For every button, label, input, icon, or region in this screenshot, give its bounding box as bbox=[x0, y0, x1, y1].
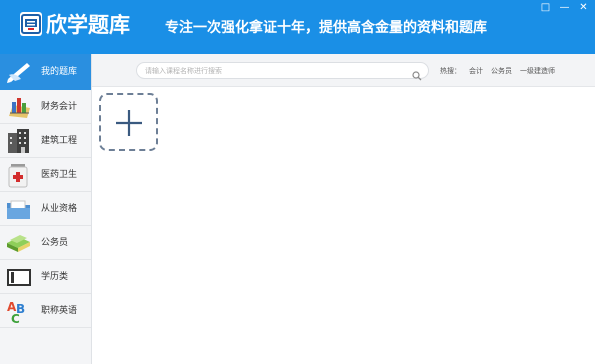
hot-keyword-link[interactable]: 公务员 bbox=[491, 66, 512, 76]
app-logo-icon bbox=[20, 12, 42, 36]
hot-keyword-link[interactable]: 会计 bbox=[469, 66, 483, 76]
hot-keyword-link[interactable]: 一级建造师 bbox=[520, 66, 555, 76]
sidebar-item-education[interactable]: 学历类 bbox=[0, 260, 91, 294]
add-library-button[interactable] bbox=[99, 93, 158, 151]
window-controls: □ — ✕ bbox=[538, 2, 591, 14]
finance-chart-icon bbox=[5, 93, 33, 121]
sidebar-item-label: 公务员 bbox=[41, 238, 69, 248]
hot-search: 热搜： 会计 公务员 一级建造师 bbox=[440, 66, 555, 76]
restore-window-button[interactable]: □ bbox=[538, 2, 553, 14]
sidebar-item-professional-english[interactable]: A B C 职称英语 bbox=[0, 294, 91, 328]
sidebar-item-finance[interactable]: 财务会计 bbox=[0, 90, 91, 124]
category-sidebar: 我的题库 财务会计 建筑工程 医药卫生 从业资格 公务员 学历类 A B C 职… bbox=[0, 54, 92, 364]
sidebar-item-label: 我的题库 bbox=[41, 67, 78, 77]
sidebar-item-medical[interactable]: 医药卫生 bbox=[0, 158, 91, 192]
library-content bbox=[93, 88, 595, 364]
sidebar-item-qualification[interactable]: 从业资格 bbox=[0, 192, 91, 226]
sidebar-item-civil-servant[interactable]: 公务员 bbox=[0, 226, 91, 260]
book-icon bbox=[5, 263, 33, 291]
medical-kit-icon bbox=[5, 161, 33, 189]
sidebar-item-label: 从业资格 bbox=[41, 204, 78, 214]
books-icon bbox=[5, 229, 33, 257]
plus-icon bbox=[116, 110, 142, 136]
search-box bbox=[136, 62, 429, 81]
search-toolbar: 热搜： 会计 公务员 一级建造师 bbox=[92, 54, 595, 87]
app-title: 欣学题库 bbox=[46, 13, 130, 37]
search-icon[interactable] bbox=[412, 66, 422, 81]
hot-search-label: 热搜： bbox=[440, 67, 461, 75]
app-slogan: 专注一次强化拿证十年，提供高含金量的资料和题库 bbox=[165, 20, 487, 36]
sidebar-item-label: 建筑工程 bbox=[41, 136, 78, 146]
building-icon bbox=[5, 127, 33, 155]
search-input[interactable] bbox=[145, 64, 405, 77]
title-bar: 欣学题库 专注一次强化拿证十年，提供高含金量的资料和题库 □ — ✕ bbox=[0, 0, 595, 54]
sidebar-item-label: 财务会计 bbox=[41, 102, 78, 112]
svg-text:C: C bbox=[11, 312, 20, 325]
folder-icon bbox=[5, 195, 33, 223]
close-window-button[interactable]: ✕ bbox=[576, 2, 591, 14]
abc-letters-icon: A B C bbox=[5, 297, 33, 326]
sidebar-item-label: 职称英语 bbox=[41, 306, 78, 316]
my-library-icon bbox=[5, 57, 33, 85]
sidebar-item-label: 学历类 bbox=[41, 272, 69, 282]
sidebar-item-label: 医药卫生 bbox=[41, 170, 78, 180]
sidebar-item-construction[interactable]: 建筑工程 bbox=[0, 124, 91, 158]
minimize-window-button[interactable]: — bbox=[557, 2, 572, 14]
sidebar-item-my-library[interactable]: 我的题库 bbox=[0, 54, 91, 90]
